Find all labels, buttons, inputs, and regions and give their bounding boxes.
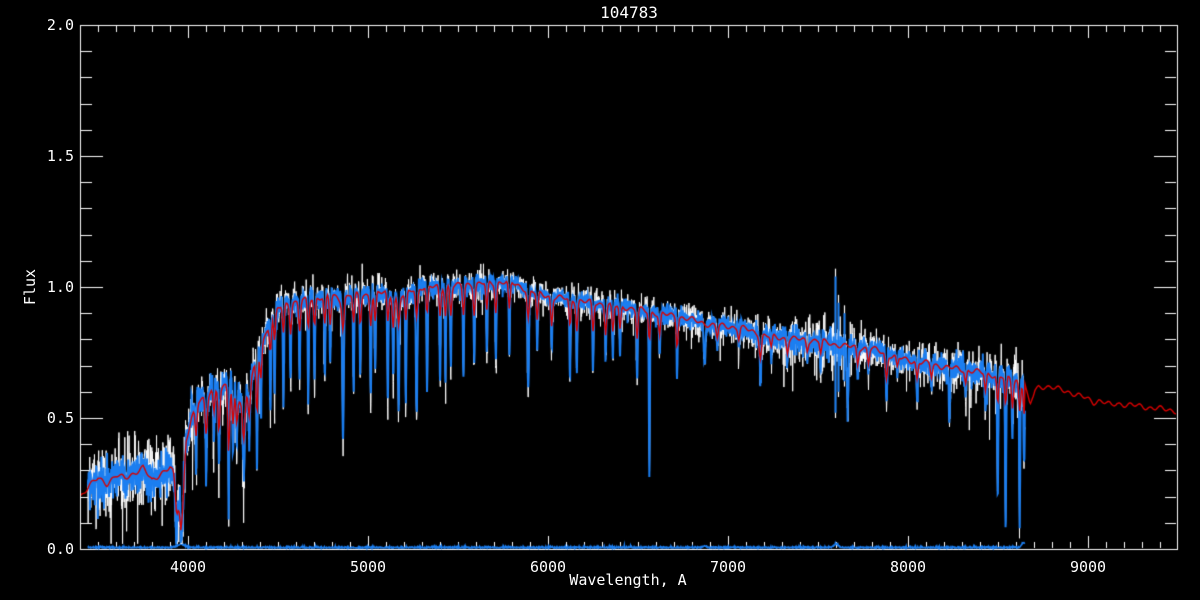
y-axis-label: Flux <box>21 268 39 306</box>
spectrum-plot-canvas <box>0 0 1200 600</box>
x-tick-label-8000: 8000 <box>889 558 927 576</box>
spectrum-viewer: 104783 2.0 1.5 1.0 0.5 0.0 4000 5000 600… <box>0 0 1200 600</box>
x-tick-label-4000: 4000 <box>169 558 207 576</box>
plot-title: 104783 <box>600 3 658 22</box>
y-tick-label-0.0: 0.0 <box>46 540 74 558</box>
y-tick-label-1.5: 1.5 <box>46 147 74 165</box>
y-tick-label-0.5: 0.5 <box>46 409 74 427</box>
x-tick-label-9000: 9000 <box>1069 558 1107 576</box>
x-axis-label: Wavelength, A <box>569 571 687 589</box>
x-tick-label-5000: 5000 <box>349 558 387 576</box>
y-tick-label-2.0: 2.0 <box>46 16 74 34</box>
